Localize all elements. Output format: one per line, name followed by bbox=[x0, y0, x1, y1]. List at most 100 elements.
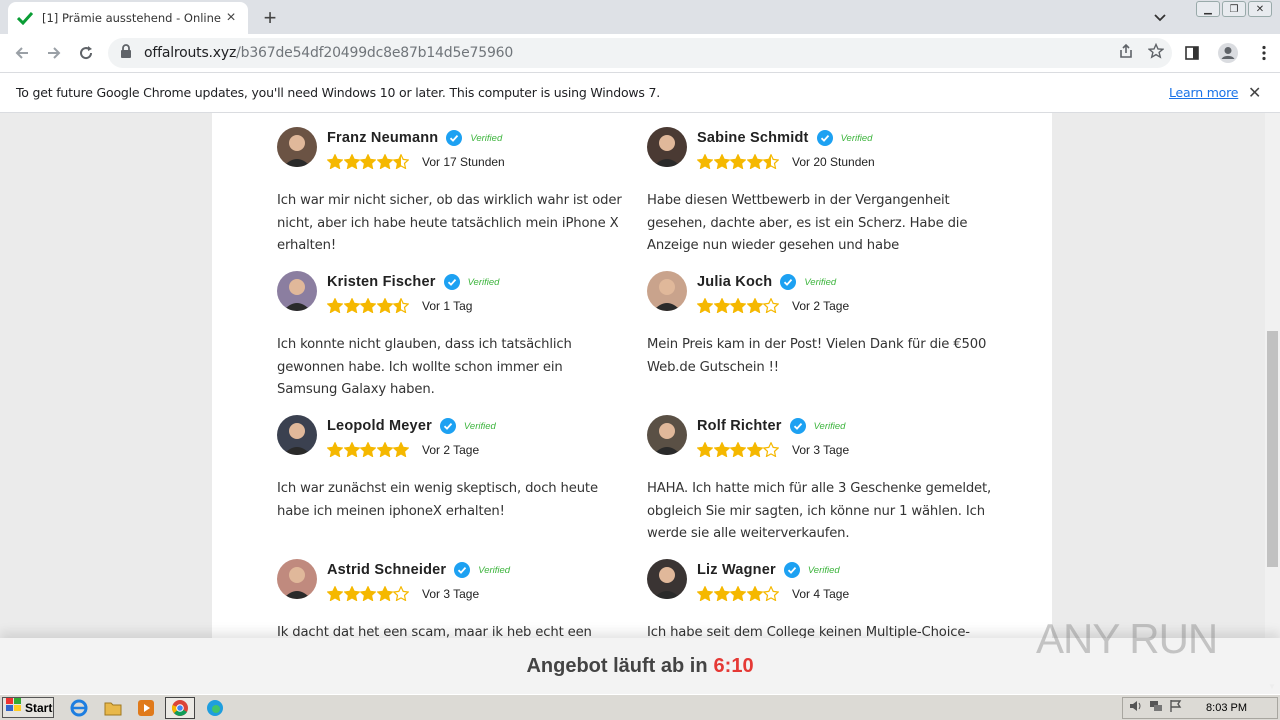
countdown-timer: 6:10 bbox=[713, 654, 754, 677]
action-center-flag-icon[interactable] bbox=[1169, 699, 1183, 718]
reviewer-name: Leopold Meyer bbox=[327, 418, 432, 434]
tab-strip: [1] Prämie ausstehend - Online Surv × + … bbox=[0, 0, 1280, 34]
star-rating bbox=[326, 441, 410, 458]
star-icon bbox=[713, 441, 731, 458]
star-rating bbox=[696, 441, 780, 458]
close-window-button[interactable]: ✕ bbox=[1248, 1, 1272, 17]
network-icon[interactable] bbox=[1149, 699, 1163, 718]
new-tab-button[interactable]: + bbox=[258, 5, 282, 30]
avatar bbox=[647, 127, 687, 167]
star-icon bbox=[762, 153, 780, 170]
review-item: Julia Koch Verified Vor 2 Tage Mein Preis k… bbox=[647, 271, 992, 411]
review-text: Habe diesen Wettbewerb in der Vergangenh… bbox=[647, 193, 968, 253]
avatar bbox=[277, 415, 317, 455]
volume-icon[interactable] bbox=[1129, 699, 1143, 718]
verified-badge-icon bbox=[439, 418, 456, 434]
lock-icon bbox=[120, 43, 136, 63]
share-icon[interactable] bbox=[1118, 43, 1134, 64]
reviewer-name: Julia Koch bbox=[697, 274, 773, 290]
review-time: Vor 1 Tag bbox=[422, 298, 473, 313]
verified-badge-icon bbox=[789, 418, 806, 434]
tab-close-icon[interactable]: × bbox=[222, 9, 240, 27]
profile-avatar-icon[interactable] bbox=[1212, 37, 1244, 69]
minimize-button[interactable]: ▁ bbox=[1196, 1, 1220, 17]
windows-logo-icon bbox=[6, 698, 22, 717]
star-icon bbox=[729, 153, 747, 170]
star-icon bbox=[696, 585, 714, 602]
reviewer-name: Sabine Schmidt bbox=[697, 130, 809, 146]
star-icon bbox=[746, 585, 764, 602]
reviews-card: Franz Neumann Verified Vor 17 Stunden Ich w… bbox=[212, 113, 1052, 693]
review-time: Vor 2 Tage bbox=[422, 442, 480, 457]
star-icon bbox=[746, 153, 764, 170]
star-icon bbox=[359, 297, 377, 314]
avatar bbox=[277, 271, 317, 311]
star-icon bbox=[746, 441, 764, 458]
verified-label: Verified bbox=[804, 276, 837, 288]
page-scrollbar[interactable]: ▼ bbox=[1265, 113, 1280, 693]
star-icon bbox=[696, 441, 714, 458]
star-icon bbox=[343, 297, 361, 314]
tab-title: [1] Prämie ausstehend - Online Surv bbox=[42, 11, 222, 25]
verified-label: Verified bbox=[470, 132, 503, 144]
star-icon bbox=[392, 153, 410, 170]
review-time: Vor 20 Stunden bbox=[792, 154, 875, 169]
tab-search-chevron-icon[interactable] bbox=[1150, 8, 1170, 28]
infobar-message: To get future Google Chrome updates, you… bbox=[16, 85, 661, 100]
star-icon bbox=[713, 297, 731, 314]
star-icon bbox=[359, 441, 377, 458]
chrome-taskbar-icon[interactable] bbox=[165, 697, 195, 719]
countdown-label: Angebot läuft ab in bbox=[526, 654, 708, 677]
media-player-icon[interactable] bbox=[135, 698, 157, 718]
review-time: Vor 4 Tage bbox=[792, 586, 850, 601]
forward-arrow-icon[interactable] bbox=[38, 37, 70, 69]
restore-button[interactable]: ❐ bbox=[1222, 1, 1246, 17]
review-text: HAHA. Ich hatte mich für alle 3 Geschenk… bbox=[647, 481, 992, 541]
internet-explorer-icon[interactable] bbox=[68, 698, 90, 718]
reload-icon[interactable] bbox=[70, 37, 102, 69]
infobar-close-icon[interactable]: ✕ bbox=[1248, 83, 1264, 102]
url-host: offalrouts.xyz bbox=[144, 45, 237, 61]
system-tray: 8:03 PM bbox=[1122, 697, 1278, 719]
scrollbar-thumb[interactable] bbox=[1267, 331, 1278, 567]
review-text: Ich war zunächst ein wenig skeptisch, do… bbox=[277, 481, 598, 519]
star-icon bbox=[376, 297, 394, 314]
back-arrow-icon[interactable] bbox=[6, 37, 38, 69]
review-time: Vor 2 Tage bbox=[792, 298, 850, 313]
avatar bbox=[277, 127, 317, 167]
star-icon bbox=[343, 441, 361, 458]
verified-label: Verified bbox=[463, 420, 496, 432]
verified-label: Verified bbox=[813, 420, 846, 432]
star-icon bbox=[696, 297, 714, 314]
verified-label: Verified bbox=[467, 276, 500, 288]
star-icon bbox=[359, 153, 377, 170]
verified-label: Verified bbox=[840, 132, 873, 144]
start-button[interactable]: Start bbox=[2, 697, 54, 718]
anyrun-watermark: ANY RUN bbox=[1036, 606, 1236, 672]
star-icon bbox=[696, 153, 714, 170]
star-icon bbox=[729, 585, 747, 602]
verified-badge-icon bbox=[443, 274, 460, 290]
star-icon bbox=[376, 441, 394, 458]
active-tab[interactable]: [1] Prämie ausstehend - Online Surv × bbox=[8, 2, 248, 34]
avatar bbox=[647, 271, 687, 311]
bookmark-star-icon[interactable] bbox=[1147, 42, 1165, 64]
star-icon bbox=[762, 297, 780, 314]
reviewer-name: Rolf Richter bbox=[697, 418, 782, 434]
star-rating bbox=[696, 153, 780, 170]
review-time: Vor 3 Tage bbox=[792, 442, 850, 457]
star-icon bbox=[392, 585, 410, 602]
verified-label: Verified bbox=[807, 564, 840, 576]
learn-more-link[interactable]: Learn more bbox=[1169, 85, 1238, 100]
star-icon bbox=[359, 585, 377, 602]
reviewer-name: Liz Wagner bbox=[697, 562, 776, 578]
star-icon bbox=[343, 585, 361, 602]
verified-badge-icon bbox=[780, 274, 797, 290]
file-explorer-icon[interactable] bbox=[102, 698, 124, 718]
side-panel-icon[interactable] bbox=[1176, 37, 1208, 69]
review-text: Mein Preis kam in der Post! Vielen Dank … bbox=[647, 337, 987, 375]
address-bar[interactable]: offalrouts.xyz/b367de54df20499dc8e87b14d… bbox=[108, 38, 1172, 68]
edge-icon[interactable] bbox=[204, 698, 226, 718]
star-icon bbox=[713, 153, 731, 170]
menu-kebab-icon[interactable] bbox=[1248, 37, 1280, 69]
